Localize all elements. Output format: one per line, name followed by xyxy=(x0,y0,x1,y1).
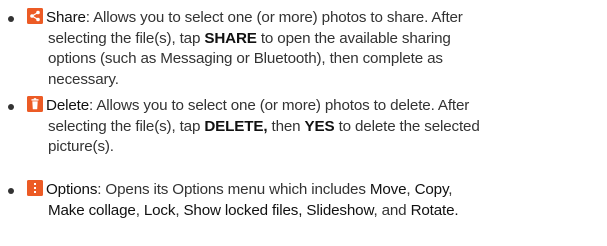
make-collage-option: Make collage xyxy=(48,201,136,219)
bullet-dot xyxy=(8,188,14,194)
list-item-text: Share: Allows you to select one (or more… xyxy=(27,8,600,90)
copy-option: Copy xyxy=(414,181,449,198)
more-vertical-icon xyxy=(27,180,43,196)
share-term: Share xyxy=(46,9,86,26)
bullet-dot xyxy=(8,16,14,22)
trash-icon xyxy=(27,96,43,112)
document-page: Share: Allows you to select one (or more… xyxy=(0,0,607,246)
options-term: Options xyxy=(46,181,98,198)
list-item-text: Options: Opens its Options menu which in… xyxy=(27,180,600,221)
rotate-option: Rotate. xyxy=(410,201,459,219)
list-item-text: Delete: Allows you to select one (or mor… xyxy=(27,96,600,158)
yes-keyword: YES xyxy=(304,117,335,135)
lock-option: Lock xyxy=(143,201,176,219)
bullet-dot xyxy=(8,104,14,110)
delete-term: Delete xyxy=(46,97,90,114)
move-option: Move xyxy=(369,181,407,198)
delete-keyword: DELETE, xyxy=(204,117,268,135)
share-icon xyxy=(27,8,43,24)
show-locked-files-option: Show locked files, xyxy=(183,201,303,219)
slideshow-option: Slideshow xyxy=(306,201,374,219)
share-keyword: SHARE xyxy=(204,29,257,47)
